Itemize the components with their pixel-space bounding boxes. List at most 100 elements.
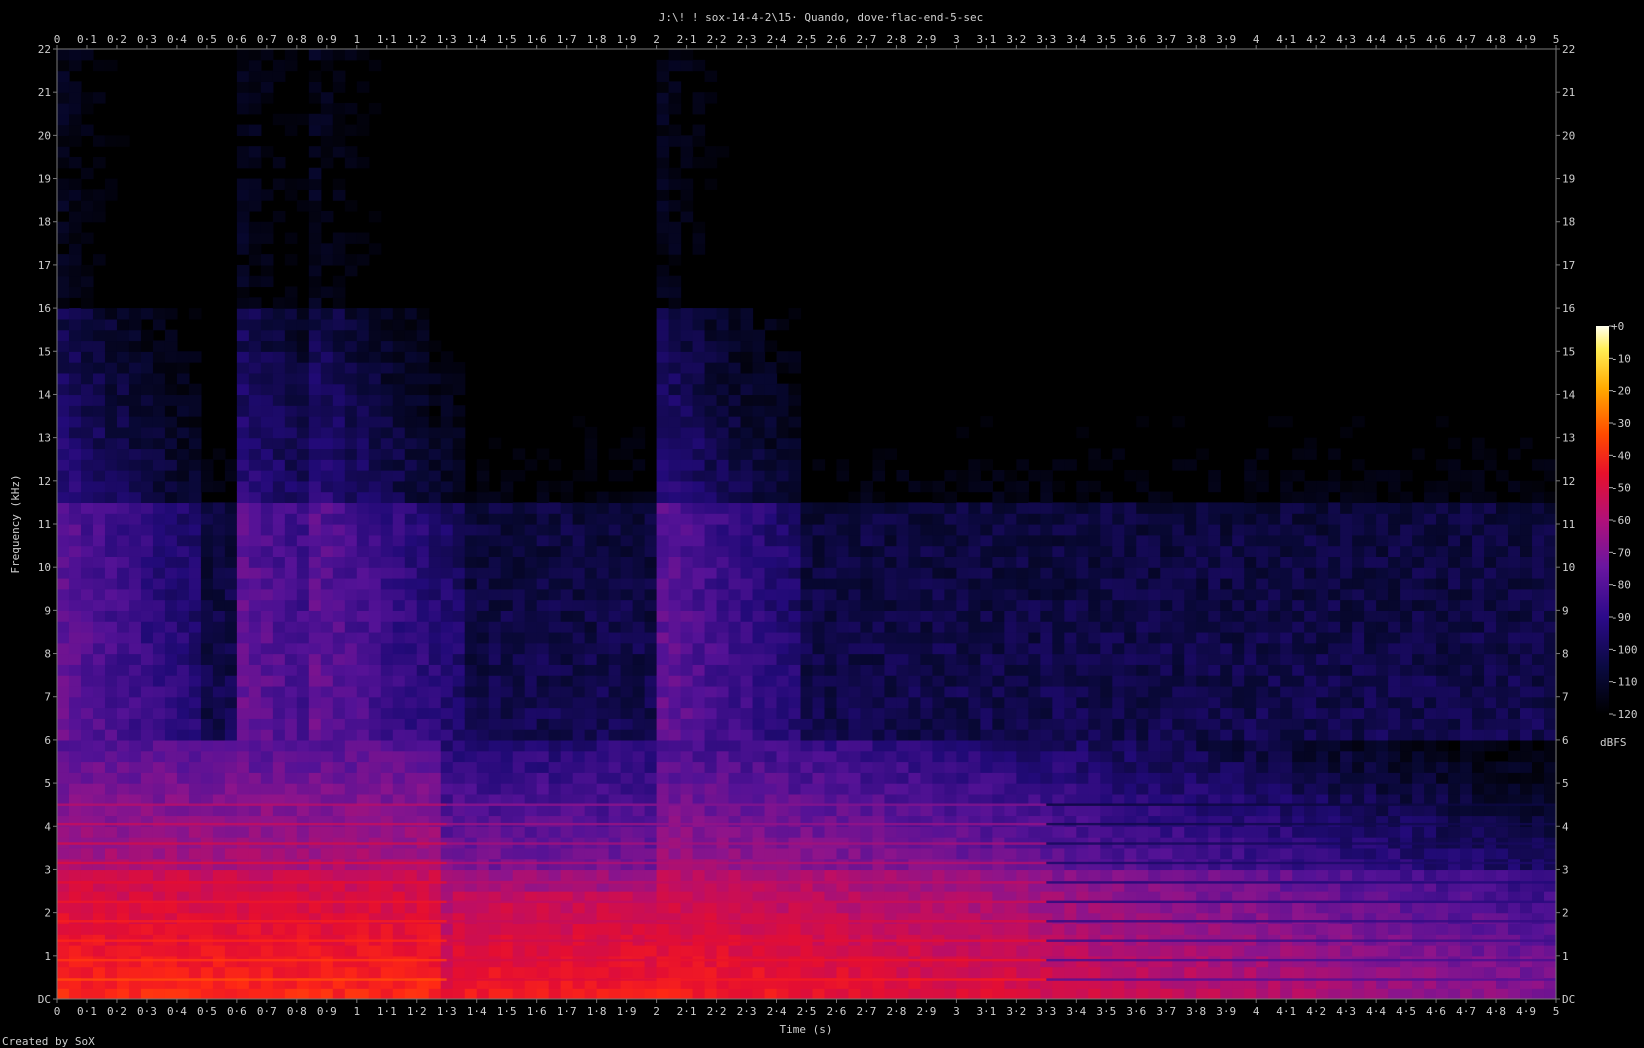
heatmap-cell xyxy=(284,308,298,320)
heatmap-cell xyxy=(740,556,754,568)
heatmap-cell xyxy=(296,308,310,320)
heatmap-cell xyxy=(416,610,430,622)
heatmap-cell xyxy=(248,459,262,471)
heatmap-cell xyxy=(68,470,82,482)
heatmap-cell xyxy=(944,534,957,547)
heatmap-cell xyxy=(908,729,922,741)
heatmap-cell xyxy=(212,988,226,999)
heatmap-cell xyxy=(260,783,274,795)
heatmap-cell xyxy=(440,437,454,450)
heatmap-cell xyxy=(296,437,310,450)
heatmap-cell xyxy=(992,901,1005,914)
heatmap-cell xyxy=(80,599,94,611)
heatmap-cell xyxy=(392,340,406,352)
heatmap-cell xyxy=(248,534,262,547)
heatmap-cell xyxy=(248,847,262,860)
heatmap-cell xyxy=(728,599,742,611)
heatmap-cell xyxy=(476,502,490,514)
heatmap-cell xyxy=(57,340,70,352)
heatmap-cell xyxy=(536,804,550,817)
heatmap-cell xyxy=(680,394,694,406)
heatmap-cell xyxy=(980,642,993,655)
heatmap-cell xyxy=(740,966,754,979)
heatmap-cell xyxy=(632,577,646,590)
heatmap-cell xyxy=(248,448,262,460)
heatmap-cell xyxy=(764,761,778,773)
heatmap-cell xyxy=(464,707,478,719)
heatmap-cell xyxy=(140,718,154,730)
heatmap-cell xyxy=(344,146,358,158)
heatmap-cell xyxy=(584,631,598,644)
heatmap-cell xyxy=(992,470,1005,482)
heatmap-cell xyxy=(968,621,981,633)
heatmap-cell xyxy=(980,534,993,547)
heatmap-cell xyxy=(968,901,981,914)
heatmap-cell xyxy=(57,372,70,385)
heatmap-cell xyxy=(740,739,754,752)
heatmap-cell xyxy=(260,189,274,201)
heatmap-cell xyxy=(356,577,370,590)
heatmap-cell xyxy=(968,804,981,817)
heatmap-cell xyxy=(680,750,694,763)
heatmap-cell xyxy=(536,642,550,655)
heatmap-cell xyxy=(776,459,790,471)
heatmap-cell xyxy=(848,945,862,957)
heatmap-cell xyxy=(416,858,430,871)
heatmap-cell xyxy=(908,955,922,968)
heatmap-cell xyxy=(320,621,334,633)
heatmap-cell xyxy=(164,923,178,935)
heatmap-cell xyxy=(488,675,502,687)
heatmap-cell xyxy=(152,383,166,396)
heatmap-cell xyxy=(284,416,298,428)
heatmap-cell xyxy=(188,869,202,881)
heatmap-cell xyxy=(908,901,922,914)
heatmap-cell xyxy=(668,426,682,439)
heatmap-cell xyxy=(428,761,442,773)
heatmap-cell xyxy=(500,567,514,579)
heatmap-cell xyxy=(812,675,826,687)
heatmap-cell xyxy=(344,513,358,525)
heatmap-cell xyxy=(584,577,598,590)
heatmap-cell xyxy=(176,588,190,601)
heatmap-cell xyxy=(608,739,622,752)
heatmap-cell xyxy=(752,696,766,709)
heatmap-cell xyxy=(764,448,778,460)
heatmap-cell xyxy=(164,761,178,773)
heatmap-cell xyxy=(344,966,358,979)
heatmap-cell xyxy=(128,631,142,644)
heatmap-cell xyxy=(368,351,382,363)
heatmap-cell xyxy=(968,955,981,968)
heatmap-cell xyxy=(332,178,346,190)
heatmap-cell xyxy=(572,783,586,795)
heatmap-cell xyxy=(188,621,202,633)
heatmap-cell xyxy=(104,588,118,601)
heatmap-cell xyxy=(440,351,454,363)
heatmap-cell xyxy=(824,772,838,784)
heatmap-cell xyxy=(284,588,298,601)
heatmap-cell xyxy=(68,383,82,396)
heatmap-cell xyxy=(848,524,862,536)
heatmap-cell xyxy=(80,210,94,223)
heatmap-cell xyxy=(944,707,957,719)
heatmap-cell xyxy=(632,966,646,979)
heatmap-cell xyxy=(404,491,418,504)
heatmap-cell xyxy=(128,675,142,687)
heatmap-cell xyxy=(188,718,202,730)
heatmap-cell xyxy=(308,200,322,212)
heatmap-cell xyxy=(548,826,562,838)
heatmap-cell xyxy=(716,955,730,968)
heatmap-cell xyxy=(392,923,406,935)
heatmap-cell xyxy=(116,707,130,719)
heatmap-cell xyxy=(536,567,550,579)
heatmap-cell xyxy=(728,405,742,417)
heatmap-cell xyxy=(308,70,322,82)
heatmap-cell xyxy=(776,675,790,687)
heatmap-cell xyxy=(644,772,658,784)
heatmap-cell xyxy=(728,826,742,838)
heatmap-cell xyxy=(512,729,526,741)
heatmap-cell xyxy=(944,901,957,914)
heatmap-cell xyxy=(764,750,778,763)
heatmap-cell xyxy=(920,664,934,676)
heatmap-cell xyxy=(236,588,250,601)
heatmap-cell xyxy=(57,707,70,719)
